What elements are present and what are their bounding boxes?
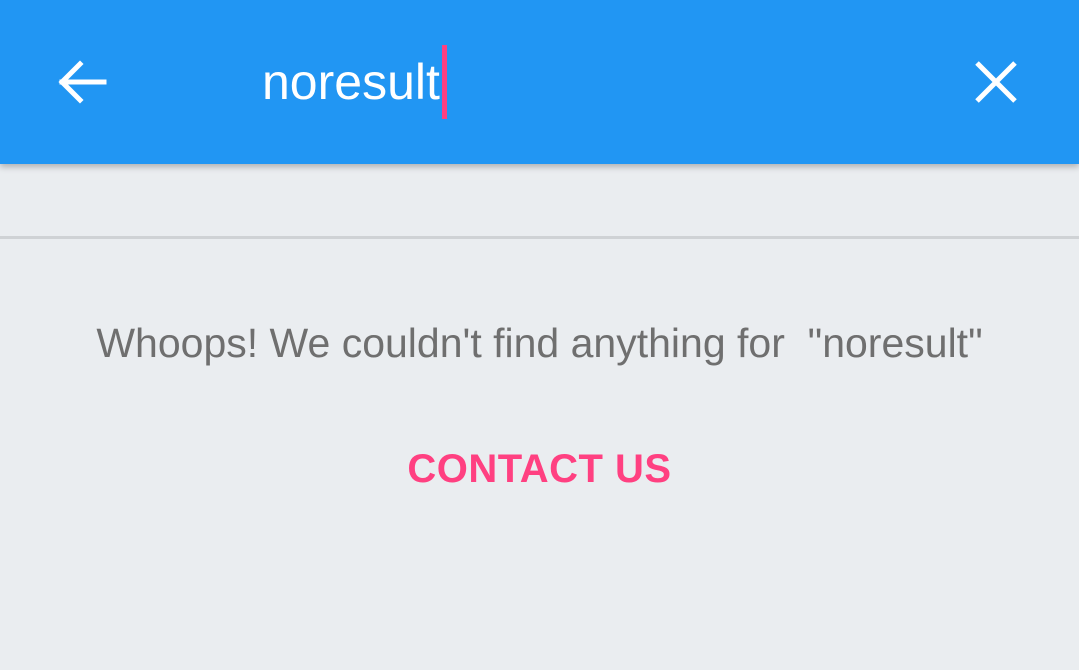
arrow-left-icon bbox=[56, 56, 108, 113]
search-input[interactable]: noresult bbox=[262, 42, 440, 122]
no-results-message: Whoops! We couldn't find anything for "n… bbox=[96, 320, 983, 366]
search-app-bar: noresult bbox=[0, 0, 1079, 164]
close-icon bbox=[974, 60, 1018, 109]
contact-us-button[interactable]: CONTACT US bbox=[395, 442, 683, 496]
contact-row: CONTACT US bbox=[0, 442, 1079, 496]
search-field[interactable]: noresult bbox=[262, 42, 447, 122]
clear-search-button[interactable] bbox=[956, 44, 1036, 124]
divider bbox=[0, 236, 1079, 239]
text-caret bbox=[441, 45, 447, 119]
back-button[interactable] bbox=[44, 46, 120, 122]
